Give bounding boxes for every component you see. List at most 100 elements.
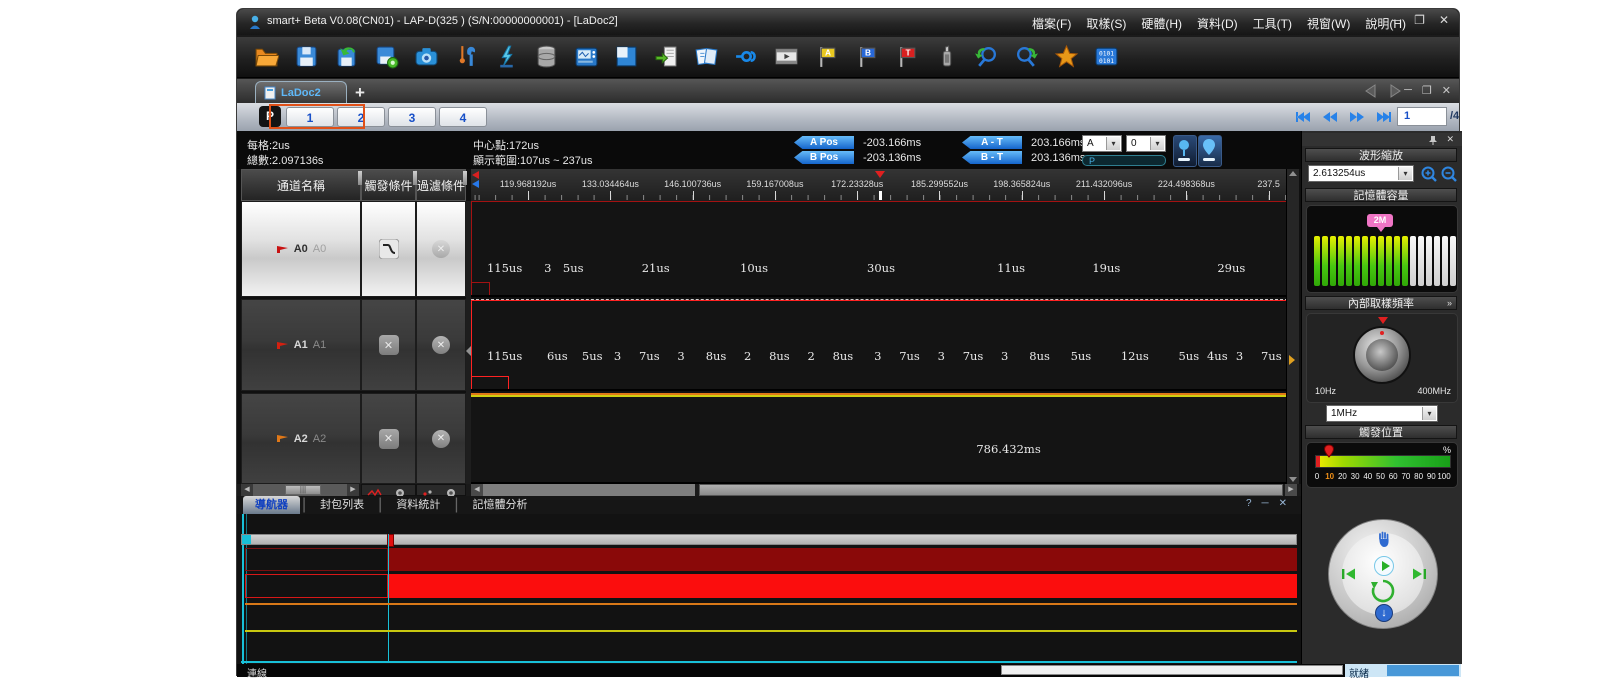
export-file-icon[interactable] bbox=[653, 43, 679, 69]
splitter-collapse-icon[interactable] bbox=[466, 346, 471, 356]
scroll-up-icon[interactable] bbox=[1289, 171, 1297, 176]
tab-ladoc2[interactable]: LaDoc2 bbox=[255, 81, 347, 103]
page-button-3[interactable]: 3 bbox=[388, 107, 436, 127]
channel-name-cell-A1[interactable]: A1 A1 bbox=[241, 299, 361, 391]
bottom-tab-0[interactable]: 導航器 bbox=[243, 496, 300, 514]
camera-icon[interactable] bbox=[413, 43, 439, 69]
wave-scroll-track-left[interactable] bbox=[483, 484, 695, 496]
file-compare-icon[interactable] bbox=[693, 43, 719, 69]
open-folder-icon[interactable] bbox=[253, 43, 279, 69]
column-splitter-1[interactable] bbox=[358, 171, 362, 185]
zoom-in-icon[interactable] bbox=[1420, 165, 1438, 183]
column-header-filter[interactable]: 過濾條件 bbox=[416, 169, 466, 201]
wave-snapshot-cell[interactable] bbox=[361, 484, 416, 496]
page-button-4[interactable]: 4 bbox=[439, 107, 487, 127]
save-back-icon[interactable] bbox=[333, 43, 359, 69]
tools-icon[interactable] bbox=[453, 43, 479, 69]
bottom-panel-control-2[interactable]: ✕ bbox=[1279, 498, 1287, 509]
instrument-icon[interactable] bbox=[573, 43, 599, 69]
frequency-knob[interactable] bbox=[1353, 326, 1411, 384]
goto-marker-button[interactable] bbox=[1173, 135, 1197, 167]
database-icon[interactable] bbox=[533, 43, 559, 69]
trigger-condition-cell-A1[interactable]: ✕ bbox=[361, 299, 416, 391]
bottom-tab-3[interactable]: 記憶體分析 bbox=[460, 496, 539, 514]
menu-item-0[interactable]: 檔案(F) bbox=[1032, 15, 1071, 32]
zoom-redo-icon[interactable] bbox=[1013, 43, 1039, 69]
wave-scroll-thumb[interactable] bbox=[699, 484, 1283, 496]
wave-scroll-right[interactable]: ▶ bbox=[1285, 484, 1297, 496]
trigger-condition-cell-A0[interactable] bbox=[361, 201, 416, 297]
waveform-row-A2[interactable]: 786.432ms bbox=[471, 393, 1298, 484]
close-button[interactable]: ✕ bbox=[1439, 13, 1449, 27]
add-tab-button[interactable]: + bbox=[355, 83, 365, 103]
save-icon[interactable] bbox=[293, 43, 319, 69]
marker-select-combo[interactable]: A▾ bbox=[1082, 135, 1122, 152]
marker-pen-icon[interactable] bbox=[933, 43, 959, 69]
tab-scroll-right-icon[interactable] bbox=[1387, 84, 1403, 98]
table-scroll-thumb[interactable]: ||| bbox=[285, 485, 321, 495]
channel-name-cell-A0[interactable]: A0 A0 bbox=[241, 201, 361, 297]
bottom-panel-control-1[interactable]: ─ bbox=[1262, 498, 1269, 509]
table-scroll-right[interactable]: ▶ bbox=[347, 484, 359, 496]
freq-header-chevron[interactable]: » bbox=[1447, 298, 1452, 308]
waveform-vertical-scrollbar[interactable] bbox=[1286, 169, 1299, 484]
table-wave-splitter[interactable] bbox=[466, 201, 471, 484]
page-first-button[interactable] bbox=[1294, 110, 1312, 129]
bottom-tab-1[interactable]: 封包列表 bbox=[308, 496, 376, 514]
minimize-button[interactable]: ─ bbox=[1392, 13, 1401, 27]
filter-condition-cell-A0[interactable]: ✕ bbox=[416, 201, 466, 297]
binary-view-icon[interactable]: 01010101 bbox=[1093, 43, 1119, 69]
waveform-row-A0[interactable]: 115us35us21us10us30us11us19us29us bbox=[471, 201, 1298, 297]
flag-b-icon[interactable]: B bbox=[853, 43, 879, 69]
column-header-trigger[interactable]: 觸發條件 bbox=[361, 169, 416, 201]
a-t-badge[interactable]: A - T bbox=[962, 136, 1022, 149]
page-last-button[interactable] bbox=[1375, 110, 1393, 129]
page-number-input[interactable]: 1 bbox=[1397, 107, 1447, 126]
page-prev-button[interactable] bbox=[1321, 110, 1339, 129]
goto-trigger-button[interactable] bbox=[1198, 135, 1222, 167]
navigation-wheel[interactable]: ↓ bbox=[1328, 519, 1438, 629]
restore-button[interactable]: ❐ bbox=[1414, 13, 1425, 27]
wave-scroll-left[interactable]: ◀ bbox=[471, 484, 483, 496]
doc-close-button[interactable]: ✕ bbox=[1442, 84, 1451, 97]
expand-panel-icon[interactable] bbox=[1289, 355, 1295, 365]
auto-repeat-icon[interactable] bbox=[1370, 578, 1396, 604]
trigger-position-bar[interactable] bbox=[1315, 455, 1451, 468]
flag-t-icon[interactable]: T bbox=[893, 43, 919, 69]
menu-item-3[interactable]: 資料(D) bbox=[1197, 15, 1238, 32]
frequency-value-combo[interactable]: 1MHz ▾ bbox=[1326, 405, 1438, 422]
column-header-channel-name[interactable]: 通道名稱 bbox=[241, 169, 361, 201]
column-splitter-2[interactable] bbox=[413, 171, 417, 185]
dot-snapshot-cell[interactable] bbox=[416, 484, 466, 496]
menu-item-5[interactable]: 視窗(W) bbox=[1307, 15, 1350, 32]
filter-condition-cell-A2[interactable]: ✕ bbox=[416, 393, 466, 484]
scroll-down-button[interactable]: ↓ bbox=[1375, 604, 1393, 622]
trigger-position-pin-icon[interactable] bbox=[1323, 444, 1335, 459]
doc-restore-button[interactable]: ❐ bbox=[1422, 84, 1432, 97]
probe-lightning-icon[interactable] bbox=[493, 43, 519, 69]
bottom-tab-2[interactable]: 資料統計 bbox=[384, 496, 452, 514]
channel-name-cell-A2[interactable]: A2 A2 bbox=[241, 393, 361, 484]
trigger-marker-icon[interactable] bbox=[875, 171, 885, 178]
doc-minimize-button[interactable]: ─ bbox=[1404, 84, 1412, 97]
navigator-panel[interactable] bbox=[237, 514, 1301, 664]
zoom-undo-icon[interactable] bbox=[973, 43, 999, 69]
star-icon[interactable] bbox=[1053, 43, 1079, 69]
connector-icon[interactable] bbox=[733, 43, 759, 69]
b-pos-badge[interactable]: B Pos bbox=[794, 151, 854, 164]
window-layout-icon[interactable] bbox=[613, 43, 639, 69]
scroll-down-icon[interactable] bbox=[1289, 477, 1297, 482]
waveform-row-A1[interactable]: 115us6us5us37us38us28us28us37us37us38us5… bbox=[471, 299, 1298, 391]
pin-panel-icon[interactable] bbox=[1428, 135, 1438, 145]
menu-item-1[interactable]: 取樣(S) bbox=[1086, 15, 1126, 32]
navigator-ruler[interactable] bbox=[241, 534, 1297, 545]
filter-condition-cell-A1[interactable]: ✕ bbox=[416, 299, 466, 391]
zoom-out-icon[interactable] bbox=[1440, 165, 1458, 183]
value-select-combo[interactable]: 0▾ bbox=[1126, 135, 1166, 152]
b-t-badge[interactable]: B - T bbox=[962, 151, 1022, 164]
page-next-button[interactable] bbox=[1348, 110, 1366, 129]
prev-edge-icon[interactable] bbox=[1341, 567, 1357, 581]
flag-a-icon[interactable]: A bbox=[813, 43, 839, 69]
zoom-value-combo[interactable]: 2.613254us ▾ bbox=[1308, 165, 1414, 182]
menu-item-4[interactable]: 工具(T) bbox=[1253, 15, 1292, 32]
